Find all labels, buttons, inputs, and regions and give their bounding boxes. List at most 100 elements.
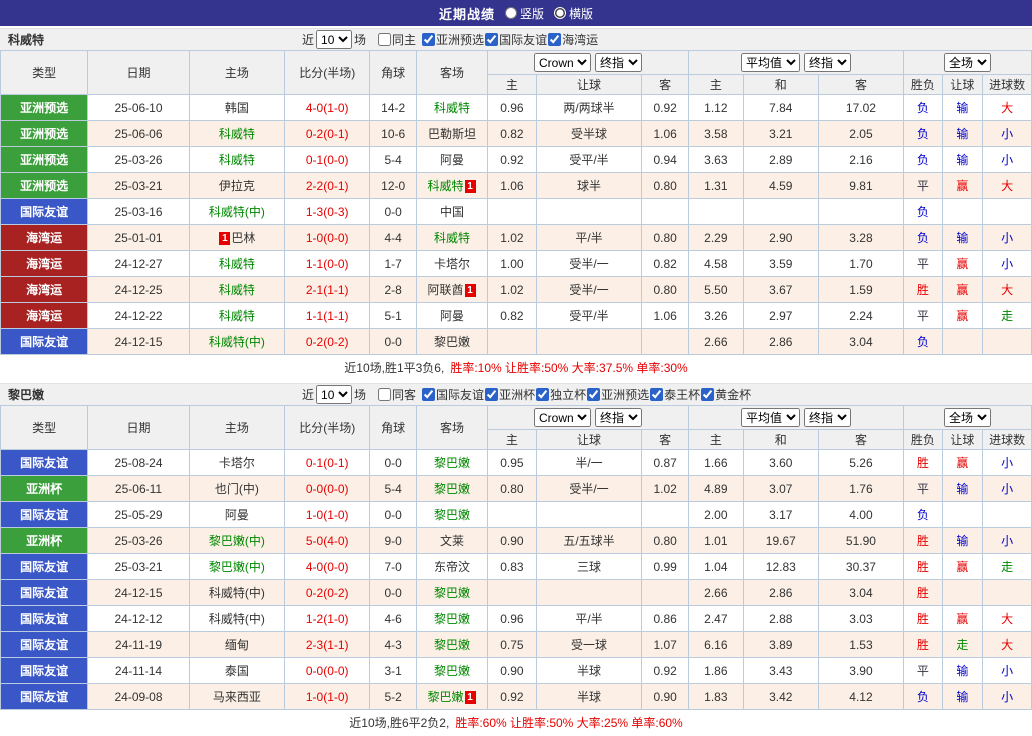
team-label: 马来西亚 — [212, 690, 261, 704]
layout-radio-horizontal[interactable]: 横版 — [554, 5, 593, 22]
competition-checkbox[interactable]: 亚洲预选 — [422, 31, 484, 48]
home-team-cell: 卡塔尔 — [188, 449, 286, 476]
same-side-checkbox-input[interactable] — [378, 388, 392, 401]
result-goals — [982, 501, 1032, 528]
competition-checkbox[interactable]: 亚洲杯 — [485, 386, 535, 403]
scope-select[interactable]: 全场 — [944, 53, 992, 72]
competition-checkbox-input[interactable] — [422, 32, 436, 46]
result-goals: 小 — [982, 683, 1032, 710]
same-side-checkbox[interactable]: 同客 — [378, 386, 416, 403]
team-label: 黎巴嫩(中) — [208, 534, 265, 548]
corner-score: 14-2 — [369, 94, 418, 121]
result-goals: 大 — [982, 605, 1032, 632]
final-index-select[interactable]: 终指 — [595, 408, 642, 427]
layout-radio-horizontal-label: 横版 — [569, 6, 594, 21]
section-header: 科威特 近 10 场 同主 亚洲预选 国际友谊 海湾运 — [0, 28, 1032, 50]
team-label: 阿曼 — [224, 508, 249, 522]
bookmaker-select[interactable]: Crown — [534, 53, 591, 72]
result-goals: 小 — [982, 146, 1032, 173]
competition-checkbox[interactable]: 国际友谊 — [422, 386, 484, 403]
avg-away-odds: 1.59 — [817, 276, 905, 303]
home-team-cell: 韩国 — [188, 94, 286, 121]
layout-radio-vertical-input[interactable] — [504, 7, 517, 19]
competition-checkbox-input[interactable] — [587, 387, 601, 401]
result-win-draw-loss: 平 — [903, 172, 943, 199]
competition-checkbox-input[interactable] — [536, 387, 550, 401]
match-count-select[interactable]: 10 — [316, 385, 353, 404]
avg-away-odds: 3.04 — [817, 579, 905, 606]
odds-away: 0.90 — [641, 683, 689, 710]
handicap-line: 受半/一 — [535, 475, 643, 502]
away-team-cell: 文莱 — [416, 527, 489, 554]
same-side-label: 同主 — [392, 33, 417, 47]
team-label: 黎巴嫩 — [434, 638, 471, 652]
team-label: 伊拉克 — [218, 179, 255, 193]
odds-home: 0.95 — [487, 449, 537, 476]
competition-checkbox-input[interactable] — [485, 32, 499, 46]
competition-checkbox[interactable]: 泰王杯 — [650, 386, 700, 403]
final-index-select[interactable]: 终指 — [804, 53, 852, 72]
odds-away: 0.80 — [641, 276, 689, 303]
same-side-checkbox-input[interactable] — [378, 33, 392, 46]
sub-col-header: 主 — [687, 74, 744, 95]
odds-away: 0.94 — [641, 146, 689, 173]
competition-checkbox-input[interactable] — [485, 387, 499, 401]
match-date: 25-03-21 — [87, 553, 190, 580]
handicap-line: 三球 — [535, 553, 643, 580]
odds-away: 0.80 — [641, 527, 689, 554]
final-index-select[interactable]: 终指 — [804, 408, 852, 427]
sub-col-header: 进球数 — [982, 74, 1032, 95]
avg-draw-odds: 3.89 — [742, 631, 819, 658]
match-row: 国际友谊 24-11-19 缅甸 2-3(1-1) 4-3 黎巴嫩 0.75 受… — [0, 631, 1032, 658]
avg-home-odds: 2.00 — [687, 501, 744, 528]
page-title: 近期战绩 — [438, 6, 495, 22]
match-score: 0-1(0-1) — [284, 449, 371, 476]
average-select[interactable]: 平均值 — [741, 53, 801, 72]
same-side-checkbox[interactable]: 同主 — [378, 31, 416, 48]
result-win-draw-loss: 负 — [903, 501, 943, 528]
competition-checkbox[interactable]: 独立杯 — [536, 386, 586, 403]
corner-score: 5-4 — [369, 146, 418, 173]
match-date: 25-05-29 — [87, 501, 190, 528]
match-type-badge: 国际友谊 — [0, 683, 89, 710]
match-date: 25-01-01 — [87, 224, 190, 251]
avg-home-odds: 2.29 — [687, 224, 744, 251]
match-row: 亚洲预选 25-03-26 科威特 0-1(0-0) 5-4 阿曼 0.92 受… — [0, 146, 1032, 173]
competition-checkbox-input[interactable] — [422, 387, 436, 401]
result-handicap: 输 — [941, 146, 984, 173]
team-label: 巴勒斯坦 — [428, 127, 477, 141]
result-goals: 小 — [982, 224, 1032, 251]
odds-home: 1.00 — [487, 250, 537, 277]
final-index-select[interactable]: 终指 — [595, 53, 642, 72]
match-score: 0-2(0-1) — [284, 120, 371, 147]
col-header-date: 日期 — [87, 405, 190, 450]
competition-checkbox-input[interactable] — [701, 387, 715, 401]
result-goals — [982, 579, 1032, 606]
layout-radio-vertical[interactable]: 竖版 — [504, 5, 544, 22]
result-win-draw-loss: 负 — [903, 146, 943, 173]
match-date: 24-12-15 — [87, 328, 190, 355]
match-score: 4-0(0-0) — [284, 553, 371, 580]
scope-select[interactable]: 全场 — [944, 408, 992, 427]
team-label: 中国 — [440, 205, 465, 219]
result-goals: 走 — [982, 553, 1032, 580]
competition-checkbox[interactable]: 海湾运 — [548, 31, 598, 48]
bookmaker-select[interactable]: Crown — [534, 408, 591, 427]
competition-checkbox-input[interactable] — [650, 387, 664, 401]
home-team-cell: 科威特 — [188, 250, 286, 277]
competition-checkbox[interactable]: 黄金杯 — [701, 386, 751, 403]
match-date: 24-12-12 — [87, 605, 190, 632]
competition-checkbox[interactable]: 国际友谊 — [485, 31, 547, 48]
competition-checkbox-input[interactable] — [548, 32, 562, 46]
match-date: 25-03-26 — [87, 146, 190, 173]
avg-draw-odds: 2.86 — [742, 328, 819, 355]
result-goals — [982, 328, 1032, 355]
layout-radio-horizontal-input[interactable] — [554, 7, 566, 19]
match-count-select[interactable]: 10 — [316, 30, 353, 49]
competition-checkbox[interactable]: 亚洲预选 — [587, 386, 649, 403]
sub-col-header: 客 — [817, 74, 905, 95]
corner-score: 3-1 — [369, 657, 418, 684]
result-handicap: 赢 — [941, 276, 984, 303]
sub-col-header: 胜负 — [903, 74, 943, 95]
average-select[interactable]: 平均值 — [741, 408, 801, 427]
